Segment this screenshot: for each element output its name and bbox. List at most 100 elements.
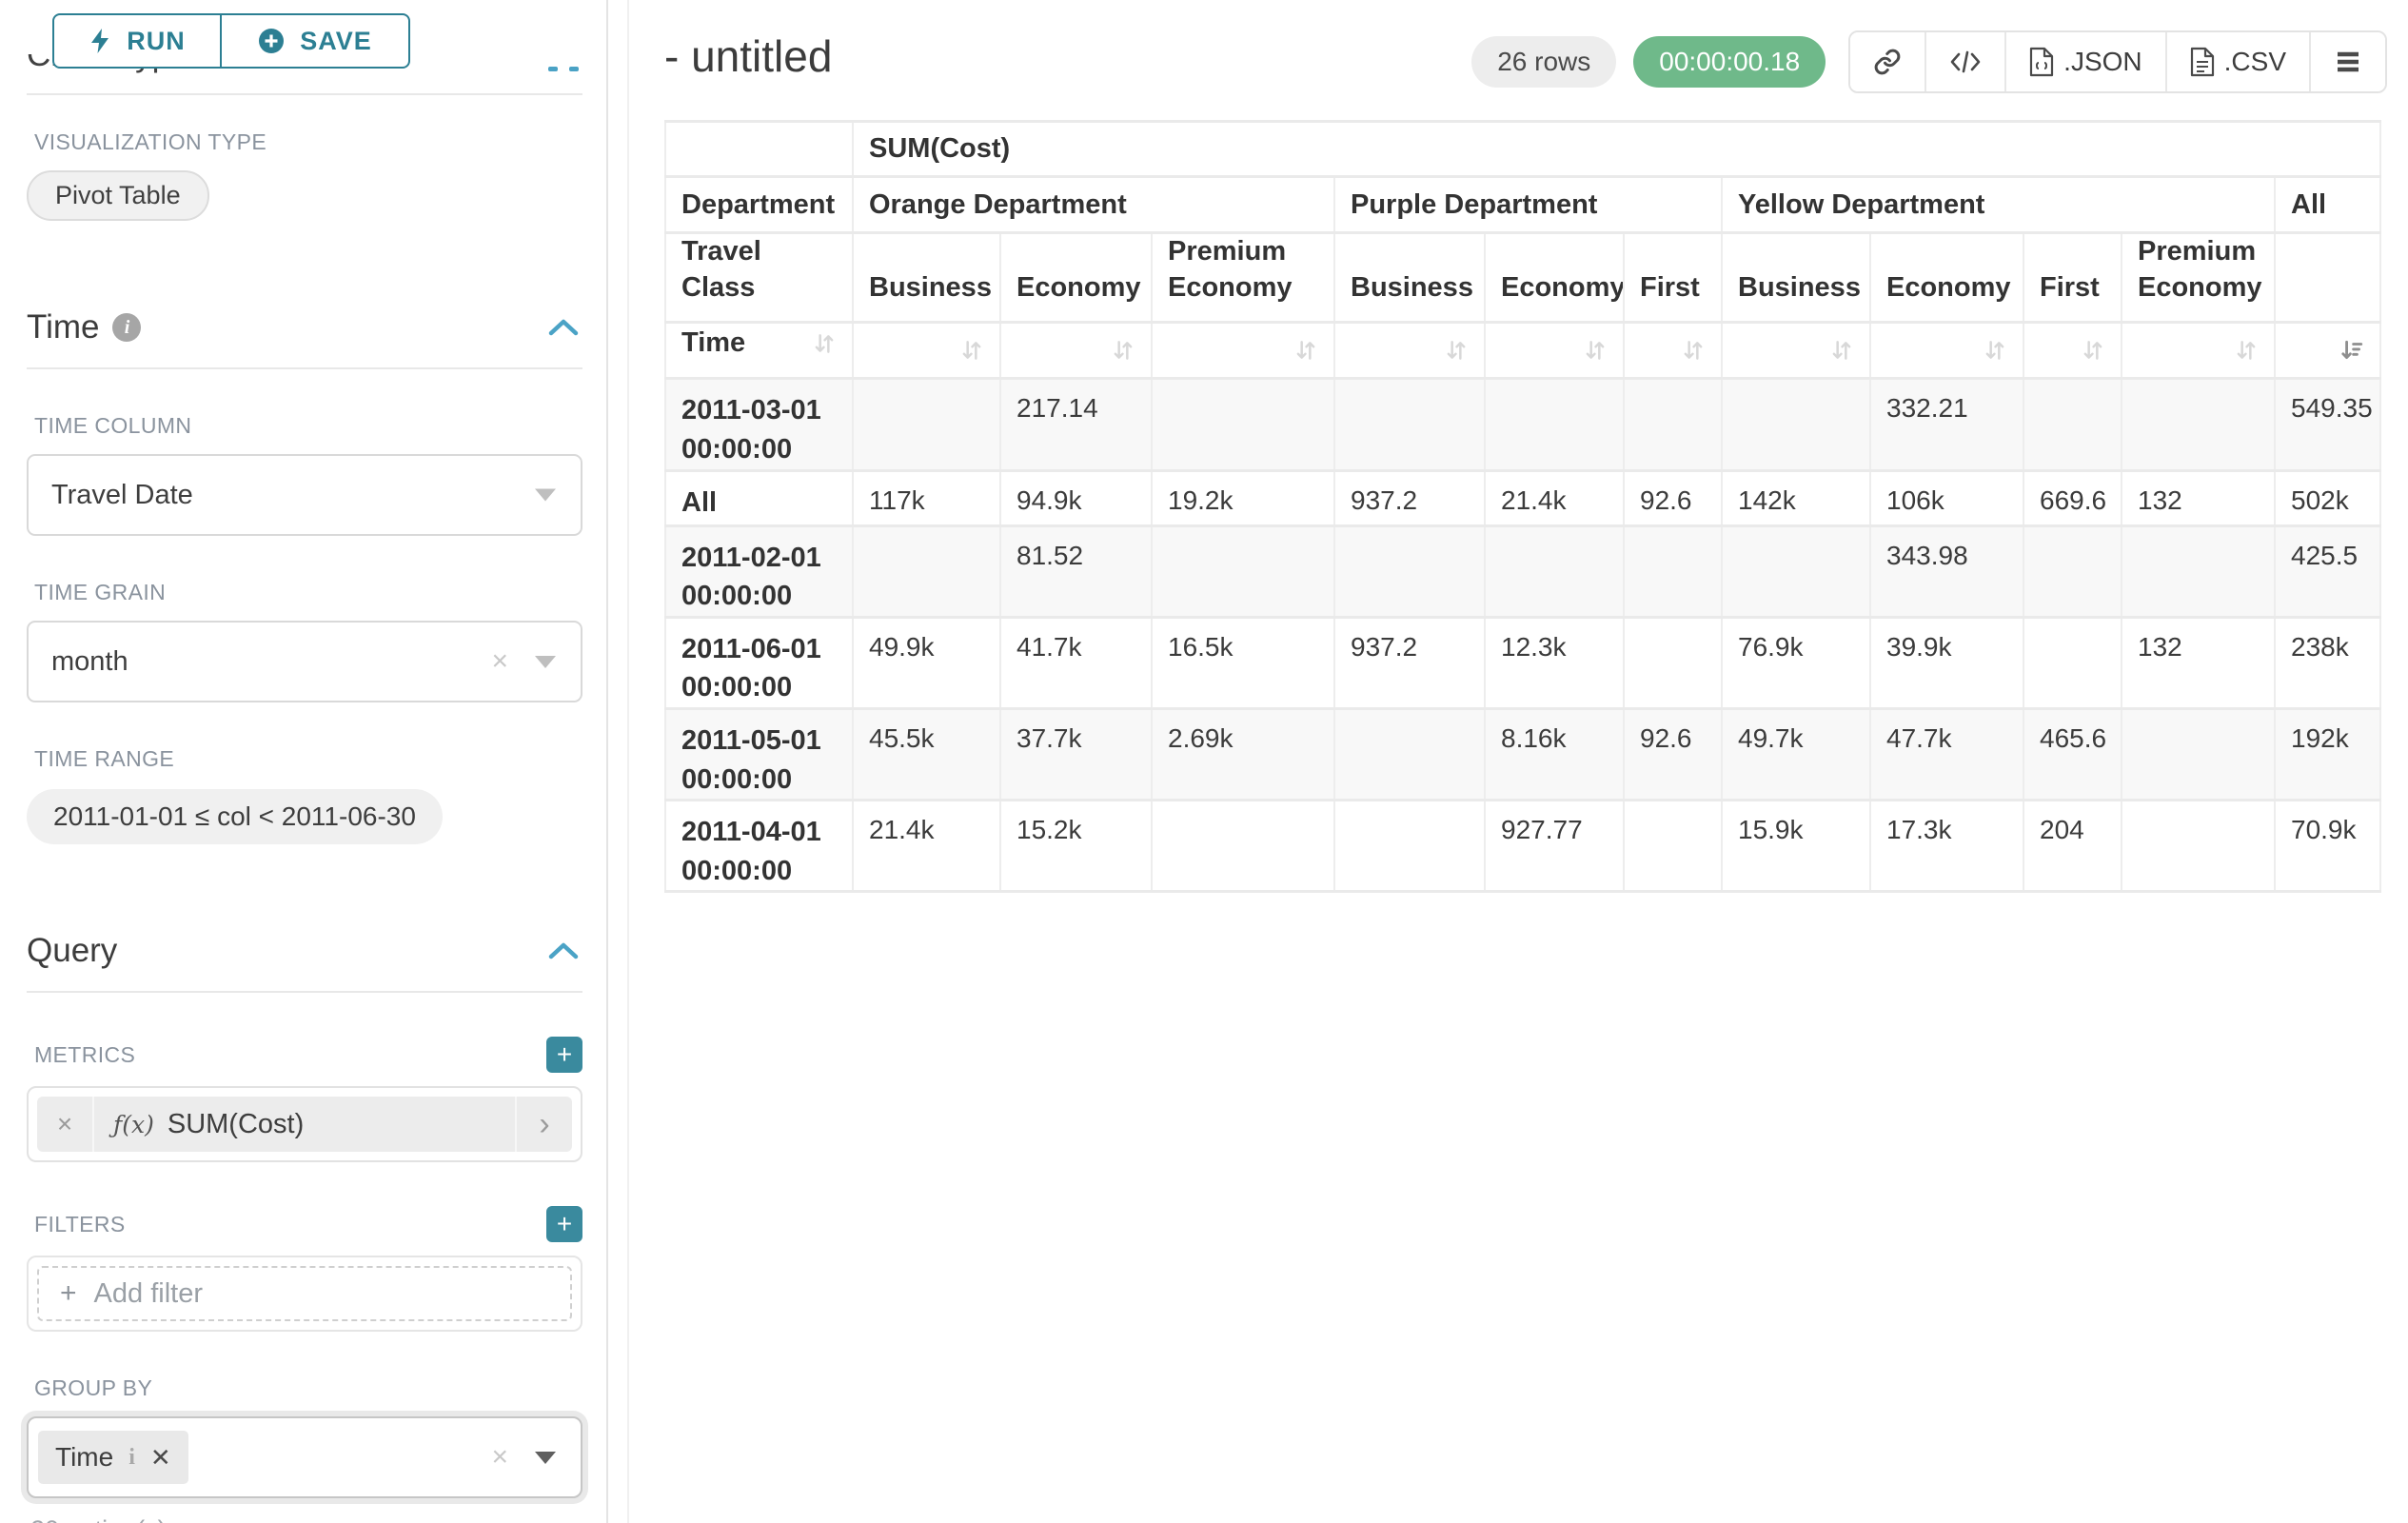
save-button-label: SAVE <box>300 27 372 56</box>
column-sort-header[interactable] <box>1152 323 1334 379</box>
column-sort-header[interactable] <box>1870 323 2023 379</box>
group-header-cell: All <box>2275 177 2380 233</box>
run-save-group: RUN SAVE <box>52 13 410 69</box>
panel-gutter[interactable] <box>608 0 629 1523</box>
remove-metric-icon[interactable]: × <box>37 1097 94 1152</box>
value-cell <box>1334 525 1485 617</box>
filters-control: FILTERS + + Add filter <box>27 1206 582 1332</box>
group-by-select[interactable]: Time i ✕ × <box>27 1416 582 1498</box>
value-cell: 343.98 <box>1870 525 2023 617</box>
embed-code-button[interactable] <box>1924 32 2004 91</box>
json-file-icon <box>2029 47 2054 77</box>
sort-desc-icon[interactable] <box>2339 338 2364 363</box>
value-cell: 70.9k <box>2275 801 2380 892</box>
run-button[interactable]: RUN <box>52 13 222 69</box>
sort-neutral-icon[interactable] <box>1829 338 1854 363</box>
export-json-button[interactable]: .JSON <box>2004 32 2164 91</box>
sort-neutral-icon[interactable] <box>1444 338 1469 363</box>
value-cell: 425.5 <box>2275 525 2380 617</box>
value-cell: 49.7k <box>1722 708 1870 800</box>
export-button-group: .JSON .CSV <box>1848 30 2387 93</box>
value-cell <box>2122 379 2275 470</box>
row-key-cell: All <box>665 470 853 525</box>
clear-icon[interactable]: × <box>491 647 508 676</box>
column-sort-header[interactable] <box>2122 323 2275 379</box>
value-cell <box>853 525 1000 617</box>
pivot-data-row: All117k94.9k19.2k937.221.4k92.6142k106k6… <box>665 470 2380 525</box>
metric-chip[interactable]: × ƒ(x) SUM(Cost) › <box>37 1097 572 1152</box>
chevron-up-icon[interactable] <box>548 318 579 337</box>
value-cell: 132 <box>2122 470 2275 525</box>
export-csv-button[interactable]: .CSV <box>2165 32 2309 91</box>
caret-down-icon[interactable] <box>535 656 556 668</box>
save-button[interactable]: SAVE <box>220 13 410 69</box>
sort-neutral-icon[interactable] <box>1293 338 1318 363</box>
copy-link-button[interactable] <box>1850 32 1924 91</box>
metric-header-cell: SUM(Cost) <box>853 122 2380 177</box>
add-filter-dropzone[interactable]: + Add filter <box>37 1266 572 1321</box>
column-sort-header[interactable] <box>1334 323 1485 379</box>
time-grain-select[interactable]: month × <box>27 621 582 702</box>
group-by-tag-time[interactable]: Time i ✕ <box>38 1431 188 1484</box>
value-cell: 502k <box>2275 470 2380 525</box>
sort-neutral-icon[interactable] <box>2081 338 2105 363</box>
column-sort-header[interactable] <box>1000 323 1152 379</box>
sort-neutral-icon[interactable] <box>959 338 984 363</box>
time-range-control: TIME RANGE 2011-01-01 ≤ col < 2011-06-30 <box>27 746 582 844</box>
expand-metric-icon[interactable]: › <box>515 1097 572 1152</box>
row-key-cell: 2011-03-01 00:00:00 <box>665 379 853 470</box>
column-sort-header[interactable] <box>2275 323 2380 379</box>
code-icon <box>1949 49 1982 75</box>
caret-down-icon[interactable] <box>535 1452 556 1464</box>
json-button-label: .JSON <box>2063 47 2142 77</box>
sort-neutral-icon[interactable] <box>1583 338 1608 363</box>
column-sort-header[interactable] <box>1624 323 1722 379</box>
time-range-label: TIME RANGE <box>34 746 582 772</box>
leaf-header-cell: Economy <box>1000 233 1152 323</box>
time-range-value[interactable]: 2011-01-01 ≤ col < 2011-06-30 <box>27 789 443 844</box>
column-sort-header[interactable] <box>1485 323 1624 379</box>
add-filter-button[interactable]: + <box>546 1206 582 1242</box>
leaf-header-cell: Economy <box>1870 233 2023 323</box>
panel-scroll-dots <box>548 67 579 71</box>
value-cell: 16.5k <box>1152 617 1334 708</box>
time-sort-header[interactable]: Time <box>665 323 853 379</box>
sort-neutral-icon[interactable] <box>812 331 837 356</box>
clear-icon[interactable]: × <box>491 1443 508 1472</box>
time-column-select[interactable]: Travel Date <box>27 454 582 536</box>
time-section: Time i TIME COLUMN Travel Date TIME GRAI… <box>27 308 582 844</box>
caret-down-icon[interactable] <box>535 489 556 502</box>
column-sort-header[interactable] <box>2023 323 2122 379</box>
remove-tag-icon[interactable]: ✕ <box>150 1443 171 1473</box>
menu-button[interactable] <box>2309 32 2385 91</box>
pivot-data-row: 2011-02-01 00:00:0081.52343.98425.5 <box>665 525 2380 617</box>
column-sort-header[interactable] <box>1722 323 1870 379</box>
value-cell: 49.9k <box>853 617 1000 708</box>
value-cell: 45.5k <box>853 708 1000 800</box>
value-cell: 465.6 <box>2023 708 2122 800</box>
chevron-up-icon[interactable] <box>548 941 579 960</box>
sort-neutral-icon[interactable] <box>1681 338 1706 363</box>
time-grain-label: TIME GRAIN <box>34 580 582 605</box>
value-cell: 927.77 <box>1485 801 1624 892</box>
sort-neutral-icon[interactable] <box>1111 338 1135 363</box>
corner-cell <box>665 122 853 177</box>
value-cell: 12.3k <box>1485 617 1624 708</box>
value-cell: 937.2 <box>1334 617 1485 708</box>
value-cell: 19.2k <box>1152 470 1334 525</box>
value-cell: 8.16k <box>1485 708 1624 800</box>
query-timer-badge: 00:00:00.18 <box>1633 36 1826 88</box>
value-cell <box>2122 708 2275 800</box>
value-cell <box>1334 801 1485 892</box>
tag-label: Time <box>55 1442 113 1473</box>
visualization-type-value[interactable]: Pivot Table <box>27 170 209 221</box>
chart-title[interactable]: - untitled <box>664 30 832 82</box>
info-icon: i <box>128 1445 135 1471</box>
value-cell: 549.35 <box>2275 379 2380 470</box>
column-sort-header[interactable] <box>853 323 1000 379</box>
sort-neutral-icon[interactable] <box>1983 338 2007 363</box>
add-metric-button[interactable]: + <box>546 1037 582 1073</box>
value-cell <box>2023 379 2122 470</box>
sort-neutral-icon[interactable] <box>2234 338 2259 363</box>
row-key-cell: 2011-05-01 00:00:00 <box>665 708 853 800</box>
